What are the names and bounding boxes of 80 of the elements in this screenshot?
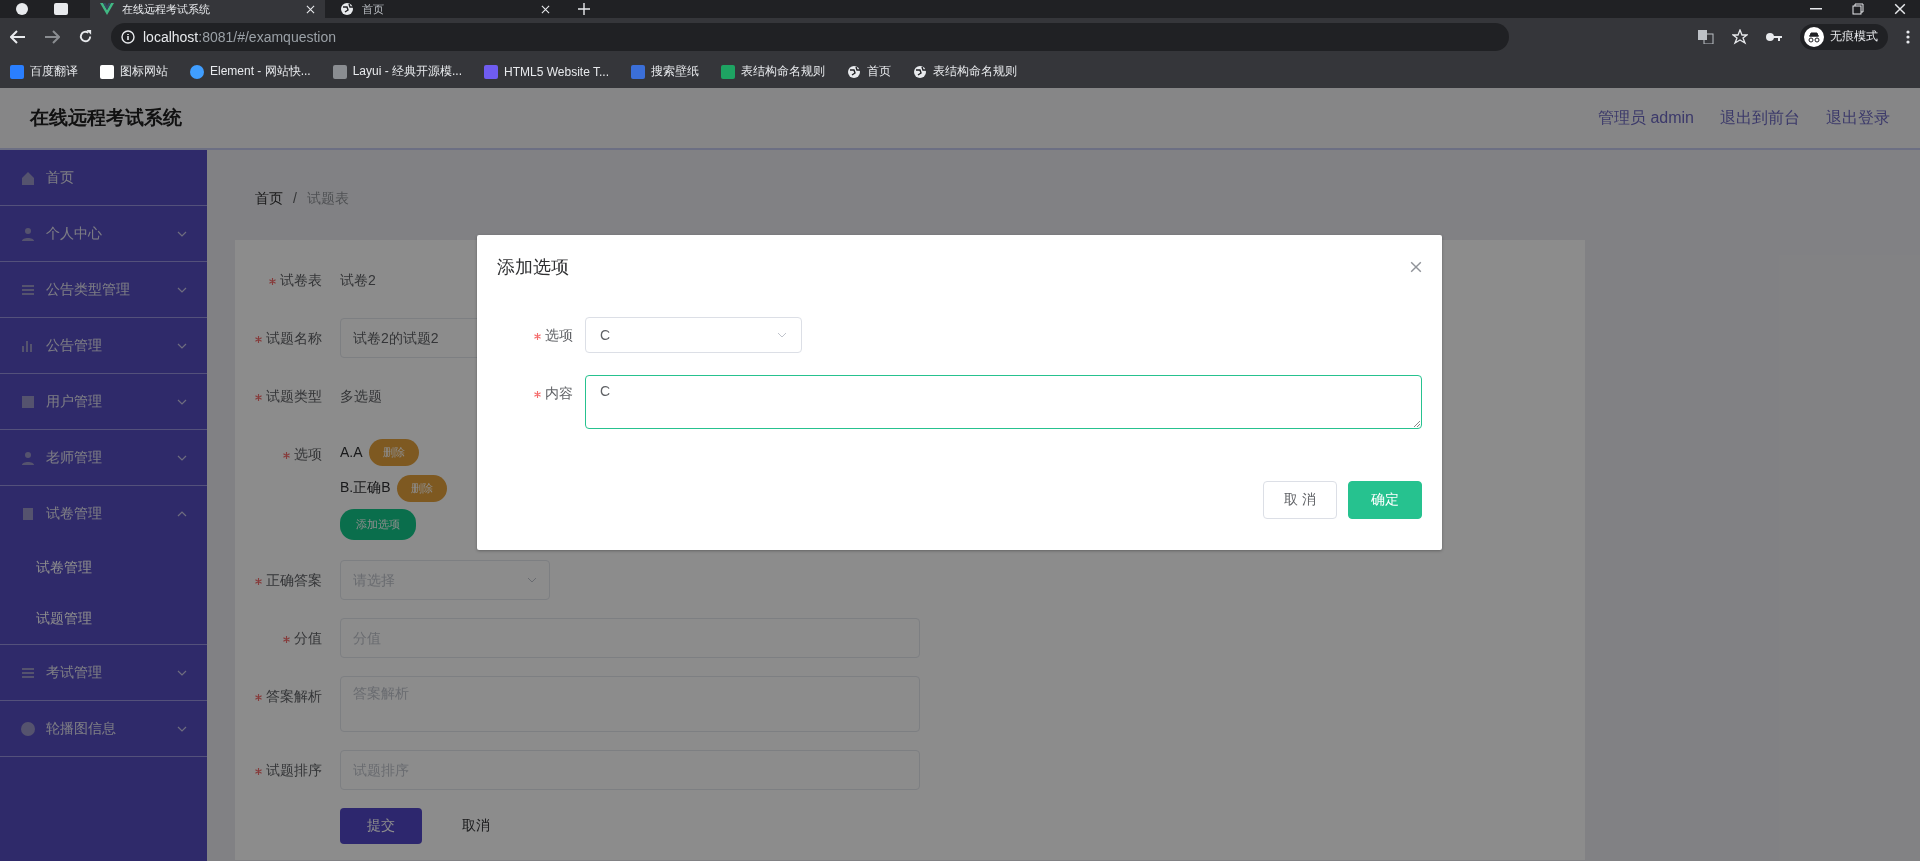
cancel-button[interactable]: 取 消 xyxy=(1263,481,1337,519)
bookmark[interactable]: 表结构命名规则 xyxy=(913,63,1017,80)
bookmark-icon xyxy=(190,64,204,79)
address-bar[interactable]: localhost:8081/#/examquestion xyxy=(111,22,1509,51)
header-link[interactable]: 退出登录 xyxy=(1826,107,1890,129)
select-field[interactable]: C xyxy=(585,317,802,353)
breadcrumb-item[interactable]: 首页 xyxy=(255,190,283,208)
form-label: 试题排序 xyxy=(235,750,340,790)
form-label: 分值 xyxy=(235,618,340,658)
option-text: A.A xyxy=(340,444,363,460)
chevron-down-icon xyxy=(777,332,787,338)
menu-item-icon xyxy=(20,506,36,522)
submenu-item[interactable]: 试卷管理 xyxy=(0,542,207,593)
submit-button[interactable]: 提交 xyxy=(340,808,422,844)
key-icon[interactable] xyxy=(1766,31,1782,42)
bookmark[interactable]: Layui - 经典开源模... xyxy=(332,63,463,80)
bookmark-icon xyxy=(332,64,347,79)
chevron-down-icon xyxy=(527,577,537,583)
textarea-field[interactable]: C xyxy=(585,375,1422,429)
form-label: 选项 xyxy=(497,317,585,353)
cancel-button[interactable]: 取消 xyxy=(456,816,496,836)
menu-item-icon xyxy=(20,169,36,186)
profile-button[interactable]: 无痕模式 xyxy=(1800,23,1888,50)
form-label: 内容 xyxy=(497,375,585,411)
sidebar-item[interactable]: 用户管理 xyxy=(0,374,207,430)
resize-handle-icon[interactable] xyxy=(1413,420,1420,427)
field-value: 多选题 xyxy=(340,387,382,406)
sidebar-item[interactable]: 公告类型管理 xyxy=(0,262,207,318)
sidebar-item[interactable]: 个人中心 xyxy=(0,206,207,262)
form-label: 试题类型 xyxy=(235,376,340,416)
bookmark[interactable]: 搜索壁纸 xyxy=(631,63,699,80)
sidebar-item[interactable]: 轮播图信息 xyxy=(0,701,207,757)
bookmark-icon xyxy=(10,64,24,79)
menu-item-icon xyxy=(20,720,36,737)
bookmark[interactable]: 百度翻译 xyxy=(10,63,78,80)
sidebar-item[interactable]: 首页 xyxy=(0,150,207,206)
form-label: 答案解析 xyxy=(235,676,340,716)
bookmark[interactable]: 首页 xyxy=(847,63,891,80)
app-title: 在线远程考试系统 xyxy=(30,106,182,130)
sidebar-item[interactable]: 试卷管理 xyxy=(0,486,207,542)
logo-icon xyxy=(100,3,114,15)
dialog-title: 添加选项 xyxy=(497,256,569,279)
submenu-item[interactable]: 试题管理 xyxy=(0,593,207,644)
sidebar-item[interactable]: 考试管理 xyxy=(0,645,207,701)
form-label: 试题名称 xyxy=(235,318,340,358)
forward-icon[interactable] xyxy=(44,29,60,44)
menu-item-icon xyxy=(20,449,36,466)
info-icon xyxy=(121,29,135,44)
option-text: B.正确B xyxy=(340,479,391,497)
menu-icon[interactable] xyxy=(1906,29,1910,44)
menu-item-icon xyxy=(20,225,36,242)
translate-icon[interactable] xyxy=(1698,29,1714,44)
reload-icon[interactable] xyxy=(78,29,93,44)
menu-item-icon xyxy=(20,393,36,410)
sidebar-item[interactable]: 老师管理 xyxy=(0,430,207,486)
field-value: 试卷2 xyxy=(340,271,376,290)
bookmark-icon xyxy=(721,64,735,79)
breadcrumb-separator: / xyxy=(293,190,297,208)
form-label: 试卷表 xyxy=(235,260,340,300)
incognito-icon xyxy=(1804,26,1824,47)
bookmark[interactable]: 表结构命名规则 xyxy=(721,63,825,80)
bookmark-icon xyxy=(631,64,645,79)
bookmark[interactable]: HTML5 Website T... xyxy=(484,64,609,79)
browser-tab[interactable]: 在线远程考试系统 xyxy=(90,0,325,18)
minimize-icon[interactable] xyxy=(1810,8,1822,10)
confirm-button[interactable]: 确定 xyxy=(1348,481,1422,519)
browser-tab[interactable]: 首页 xyxy=(330,0,560,18)
star-icon[interactable] xyxy=(1732,28,1748,45)
new-tab-icon[interactable] xyxy=(578,3,590,15)
bookmark-icon xyxy=(100,64,114,79)
form-label: 正确答案 xyxy=(235,560,340,600)
sidebar-item[interactable]: 公告管理 xyxy=(0,318,207,374)
bookmark[interactable]: 图标网站 xyxy=(100,63,168,80)
back-icon[interactable] xyxy=(10,29,26,44)
restore-icon[interactable] xyxy=(1852,3,1864,15)
bookmark-icon xyxy=(484,64,499,79)
header-link[interactable]: 退出到前台 xyxy=(1720,107,1800,129)
bookmark[interactable]: Element - 网站快... xyxy=(190,63,311,80)
form-label: 选项 xyxy=(235,434,340,474)
header-link[interactable]: 管理员 admin xyxy=(1597,107,1694,129)
